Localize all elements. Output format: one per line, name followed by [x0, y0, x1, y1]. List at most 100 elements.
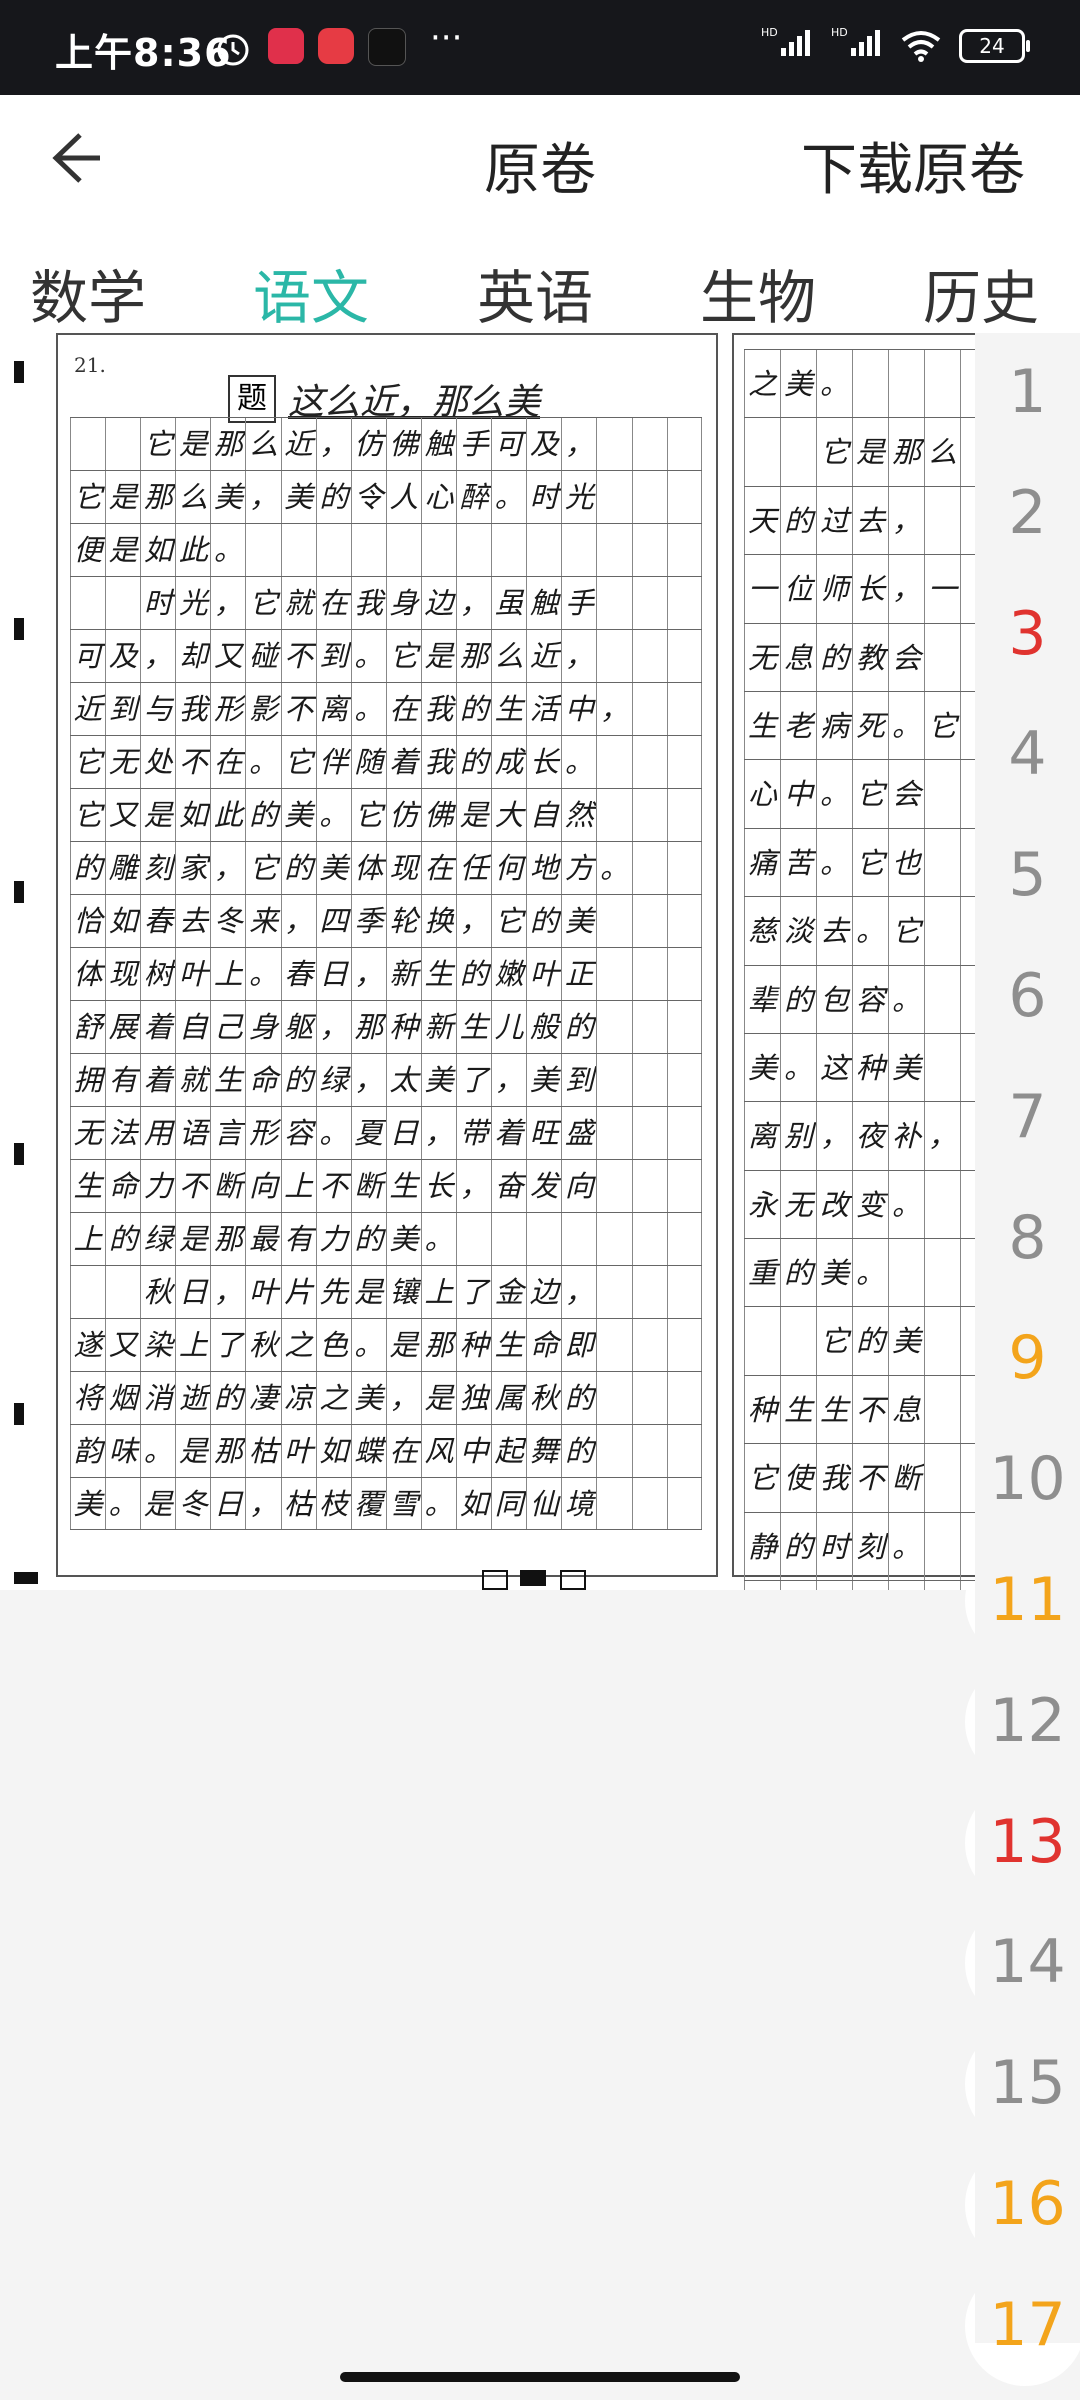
question-index-item[interactable]: 9: [965, 1299, 1080, 1420]
grid-cell: 。: [888, 1170, 924, 1239]
grid-cell: 么: [491, 630, 526, 682]
grid-cell: 带: [456, 1107, 491, 1159]
grid-cell: 慈: [744, 897, 780, 965]
question-index-item[interactable]: 4: [965, 695, 1080, 816]
grid-cell: 在: [385, 683, 421, 735]
grid-cell: [666, 736, 702, 788]
status-time: 上午8:36: [55, 31, 232, 75]
grid-cell: [666, 1266, 702, 1318]
grid-cell: 断: [210, 1160, 245, 1212]
question-index-item[interactable]: 5: [965, 816, 1080, 937]
question-index-item[interactable]: 12: [965, 1661, 1080, 1782]
grid-cell: 美: [744, 1033, 780, 1102]
grid-cell: 如: [315, 1425, 351, 1477]
grid-cell: 了: [210, 1319, 245, 1371]
question-index-item[interactable]: 17: [965, 2265, 1080, 2386]
question-index-label: 5: [1008, 840, 1047, 911]
grid-cell: 命: [526, 1319, 561, 1371]
question-index-item[interactable]: 16: [965, 2145, 1080, 2265]
grid-cell: 。: [245, 948, 280, 1000]
grid-cell: 到: [315, 630, 351, 682]
question-index-item[interactable]: 6: [965, 937, 1080, 1057]
question-index-item[interactable]: 10: [965, 1420, 1080, 1541]
grid-cell: 的: [561, 1372, 596, 1424]
grid-row: 一位师长，一: [744, 554, 975, 623]
grid-cell: 的: [852, 1307, 888, 1375]
question-index-item[interactable]: 7: [965, 1057, 1080, 1178]
grid-row: 辈的包容。: [744, 964, 975, 1033]
grid-cell: 生: [70, 1160, 105, 1212]
grid-cell: 重: [744, 1239, 780, 1307]
grid-cell: 儿: [491, 1001, 526, 1053]
grid-cell: [385, 524, 421, 576]
grid-cell: 我: [816, 1444, 852, 1512]
question-index-item[interactable]: 8: [965, 1178, 1080, 1299]
question-index-label: 9: [1008, 1323, 1047, 1394]
grid-cell: 那: [210, 1425, 245, 1477]
grid-cell: 不: [315, 1160, 351, 1212]
grid-cell: 时: [526, 471, 561, 523]
grid-cell: 属: [491, 1372, 526, 1424]
grid-cell: [70, 1266, 105, 1318]
grid-cell: 体: [350, 842, 386, 894]
download-original-button[interactable]: 下载原卷: [801, 125, 1025, 206]
grid-cell: 言: [210, 1107, 245, 1159]
grid-cell: 伴: [315, 736, 351, 788]
tab-biology[interactable]: 生物: [700, 251, 816, 335]
question-index-label: 13: [989, 1806, 1066, 1877]
tab-history[interactable]: 历史: [923, 251, 1039, 335]
grid-cell: 语: [175, 1107, 210, 1159]
question-index-item[interactable]: 11: [965, 1541, 1080, 1661]
grid-cell: 辈: [744, 965, 780, 1033]
question-index-item[interactable]: 13: [965, 1782, 1080, 1903]
grid-cell: [596, 1266, 631, 1318]
grid-cell: [631, 1425, 667, 1477]
question-index-label: 14: [989, 1927, 1066, 1998]
grid-cell: [596, 948, 631, 1000]
question-index-item[interactable]: 14: [965, 1903, 1080, 2024]
grid-cell: 。: [210, 524, 245, 576]
grid-cell: [924, 350, 960, 418]
status-bar: 上午8:36 ··· HD HD 24: [0, 0, 1080, 95]
grid-cell: 染: [140, 1319, 175, 1371]
grid-cell: 仿: [350, 418, 386, 470]
alarm-icon: [217, 34, 249, 66]
grid-cell: 到: [105, 683, 140, 735]
grid-cell: 现: [105, 948, 140, 1000]
grid-cell: [596, 471, 631, 523]
tab-math[interactable]: 数学: [30, 251, 146, 335]
grid-cell: 仿: [385, 789, 421, 841]
grid-cell: 边: [526, 1266, 561, 1318]
grid-cell: [596, 1160, 631, 1212]
grid-cell: 躯: [280, 1001, 316, 1053]
grid-cell: 别: [780, 1102, 816, 1170]
question-index-item[interactable]: 2: [965, 453, 1080, 574]
tab-english[interactable]: 英语: [477, 251, 593, 335]
essay-grid-continued: 之美。它是那么天的过去，一位师长，一无息的教会生老病死。它心中。它会痛苦。它也慈…: [744, 349, 975, 1590]
grid-cell: 那: [888, 418, 924, 486]
grid-cell: [596, 1478, 631, 1529]
question-index-item[interactable]: 3: [965, 574, 1080, 695]
grid-cell: 如: [456, 1478, 491, 1529]
grid-cell: 死: [852, 691, 888, 760]
grid-cell: 它: [924, 691, 960, 760]
question-index-item[interactable]: 1: [965, 333, 1080, 453]
home-indicator[interactable]: [340, 2372, 740, 2382]
exam-scan-image[interactable]: 21. 题 这么近，那么美 它是那么近，仿佛触手可及，它是那么美，美的令人心醉。…: [0, 333, 975, 1590]
grid-cell: 中: [561, 683, 596, 735]
grid-cell: 。: [888, 965, 924, 1033]
grid-cell: 过: [816, 486, 852, 555]
grid-cell: 会: [888, 760, 924, 828]
grid-cell: 秋: [526, 1372, 561, 1424]
question-index-item[interactable]: 15: [965, 2024, 1080, 2145]
grid-cell: [960, 1033, 975, 1102]
grid-row: 它无处不在。它伴随着我的成长。: [70, 735, 702, 788]
grid-cell: [631, 1213, 667, 1265]
tab-chinese[interactable]: 语文: [253, 251, 369, 335]
question-index-label: 1: [1008, 357, 1047, 427]
grid-cell: 的: [526, 895, 561, 947]
grid-cell: 换: [420, 895, 456, 947]
grid-cell: 向: [245, 1160, 280, 1212]
grid-row: 它的美: [744, 1306, 975, 1375]
grid-cell: 边: [420, 577, 456, 629]
